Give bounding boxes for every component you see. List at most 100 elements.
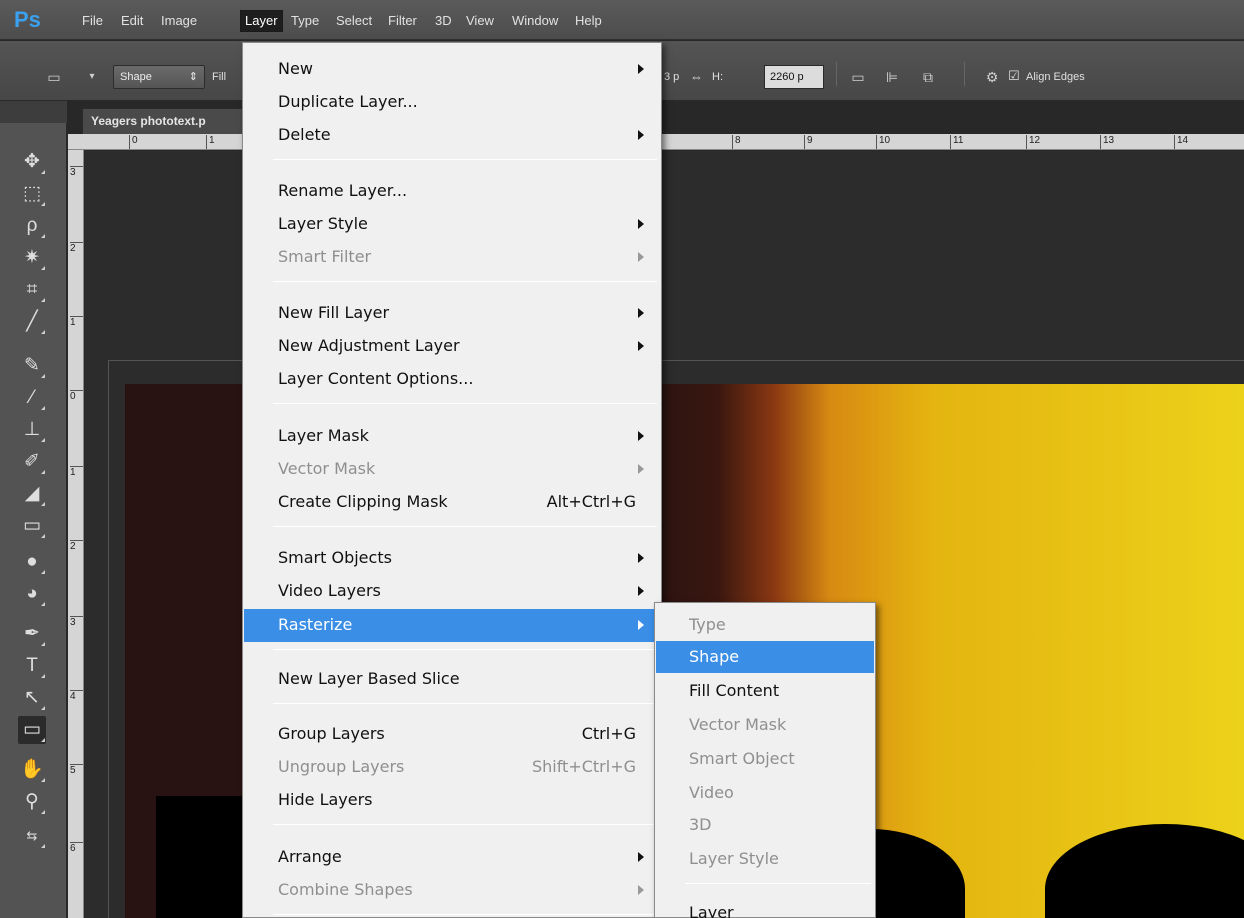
brush-tool-icon[interactable]: ⁄	[18, 384, 46, 412]
blur-tool-icon[interactable]: ●	[18, 548, 46, 576]
menu-item-rasterize[interactable]: Rasterize	[244, 609, 660, 642]
ruler-tick: 9	[804, 135, 813, 149]
ruler-tick: 3	[70, 166, 83, 178]
menu-separator	[273, 703, 657, 704]
menu-separator	[273, 159, 657, 160]
ruler-tick: 6	[70, 842, 83, 854]
menu-window[interactable]: Window	[508, 11, 562, 33]
photoshop-logo: Ps	[14, 7, 41, 32]
menu-item-layer-content-options[interactable]: Layer Content Options...	[244, 363, 660, 395]
gear-icon[interactable]: ⚙	[982, 68, 1002, 86]
ruler-tick: 2	[70, 540, 83, 552]
menu-view[interactable]: View	[462, 11, 498, 33]
eraser-tool-icon[interactable]: ◢	[18, 480, 46, 508]
submenu-arrow-icon	[638, 252, 644, 262]
path-selection-tool-icon[interactable]: ↖	[18, 684, 46, 712]
dodge-tool-icon[interactable]: ◕	[18, 580, 46, 608]
submenu-item-shape[interactable]: Shape	[656, 641, 874, 673]
menu-item-arrange[interactable]: Arrange	[244, 841, 660, 873]
clone-stamp-tool-icon[interactable]: ⊥	[18, 416, 46, 444]
height-label: H:	[712, 71, 723, 83]
toolbox-grip[interactable]	[0, 101, 67, 123]
menu-item-label: Group Layers	[278, 724, 385, 743]
menu-item-label: Layer Style	[278, 214, 368, 233]
menu-file[interactable]: File	[78, 11, 107, 33]
type-tool-icon[interactable]: T	[18, 652, 46, 680]
menu-3d[interactable]: 3D	[431, 11, 456, 33]
menu-item-layer-style[interactable]: Layer Style	[244, 208, 660, 240]
submenu-arrow-icon	[638, 620, 644, 630]
submenu-arrow-icon	[638, 586, 644, 596]
link-icon[interactable]: ⇔	[690, 69, 703, 84]
menu-type[interactable]: Type	[287, 11, 323, 33]
menu-item-new-fill-layer[interactable]: New Fill Layer	[244, 297, 660, 329]
color-swap-icon[interactable]: ⇆	[18, 822, 46, 850]
zoom-tool-icon[interactable]: ⚲	[18, 788, 46, 816]
menu-item-label: Vector Mask	[278, 459, 376, 478]
menu-item-hide-layers[interactable]: Hide Layers	[244, 784, 660, 816]
menu-item-smart-objects[interactable]: Smart Objects	[244, 542, 660, 574]
submenu-item-type: Type	[689, 615, 726, 634]
gradient-tool-icon[interactable]: ▭	[18, 512, 46, 540]
menu-item-label: New	[278, 59, 313, 78]
rectangle-tool-icon[interactable]: ▭	[18, 716, 46, 744]
menu-separator	[273, 824, 657, 825]
height-field[interactable]: 2260 p	[764, 65, 824, 89]
menu-item-create-clipping-mask[interactable]: Create Clipping Mask Alt+Ctrl+G	[244, 486, 660, 518]
document-tab[interactable]: Yeagers phototext.p	[82, 108, 252, 134]
healing-brush-tool-icon[interactable]: ✎	[18, 352, 46, 380]
menu-edit[interactable]: Edit	[117, 11, 147, 33]
ruler-tick: 0	[129, 135, 138, 149]
hand-tool-icon[interactable]: ✋	[18, 756, 46, 784]
submenu-item-fill-content[interactable]: Fill Content	[656, 675, 874, 707]
submenu-arrow-icon	[638, 219, 644, 229]
menu-item-layer-mask[interactable]: Layer Mask	[244, 420, 660, 452]
tool-mode-select[interactable]: Shape ⇕	[113, 65, 205, 89]
pen-tool-icon[interactable]: ✒	[18, 620, 46, 648]
submenu-item-vector-mask: Vector Mask	[689, 715, 787, 734]
path-operations-icon[interactable]: ▭	[848, 68, 868, 86]
menu-item-label: Smart Objects	[278, 548, 392, 567]
ruler-tick: 1	[70, 466, 83, 478]
menu-item-label: Rename Layer...	[278, 181, 408, 200]
menu-item-delete[interactable]: Delete	[244, 119, 660, 151]
menu-item-duplicate-layer[interactable]: Duplicate Layer...	[244, 86, 660, 118]
submenu-item-layer[interactable]: Layer	[656, 897, 874, 918]
align-edges-checkbox[interactable]: ☑	[1008, 68, 1020, 84]
crop-tool-icon[interactable]: ⌗	[18, 276, 46, 304]
menu-layer[interactable]: Layer	[240, 10, 283, 32]
menu-item-new[interactable]: New	[244, 53, 660, 85]
menu-separator	[273, 403, 657, 404]
menu-item-rename-layer[interactable]: Rename Layer...	[244, 175, 660, 207]
menu-image[interactable]: Image	[157, 11, 201, 33]
menu-item-group-layers[interactable]: Group Layers Ctrl+G	[244, 718, 660, 750]
ruler-tick: 1	[206, 135, 215, 149]
submenu-arrow-icon	[638, 130, 644, 140]
eyedropper-tool-icon[interactable]: ╱	[18, 308, 46, 336]
rectangle-tool-preset-icon[interactable]: ▭	[44, 68, 64, 86]
magic-wand-tool-icon[interactable]: ✷	[18, 244, 46, 272]
submenu-item-video: Video	[689, 783, 734, 802]
menu-select[interactable]: Select	[332, 11, 376, 33]
menu-item-new-adjustment-layer[interactable]: New Adjustment Layer	[244, 330, 660, 362]
path-alignment-icon[interactable]: ⊫	[882, 68, 902, 86]
menu-item-video-layers[interactable]: Video Layers	[244, 575, 660, 607]
marquee-tool-icon[interactable]: ⬚	[18, 180, 46, 208]
lasso-tool-icon[interactable]: ρ	[18, 212, 46, 240]
menu-filter[interactable]: Filter	[384, 11, 421, 33]
move-tool-icon[interactable]: ✥	[18, 148, 46, 176]
ruler-tick: 2	[70, 242, 83, 254]
menu-item-label: Arrange	[278, 847, 342, 866]
preset-dropdown-icon[interactable]: ▾	[82, 68, 102, 86]
menu-item-label: New Adjustment Layer	[278, 336, 460, 355]
history-brush-tool-icon[interactable]: ✐	[18, 448, 46, 476]
menu-item-label: Video Layers	[278, 581, 381, 600]
menu-item-new-layer-based-slice[interactable]: New Layer Based Slice	[244, 663, 660, 695]
menu-separator	[273, 526, 657, 527]
submenu-item-layer-style: Layer Style	[689, 849, 779, 868]
menu-help[interactable]: Help	[571, 11, 606, 33]
divider	[836, 62, 837, 86]
width-value[interactable]: 3 p	[664, 71, 679, 83]
divider	[964, 62, 965, 86]
path-arrangement-icon[interactable]: ⧉	[918, 68, 938, 86]
